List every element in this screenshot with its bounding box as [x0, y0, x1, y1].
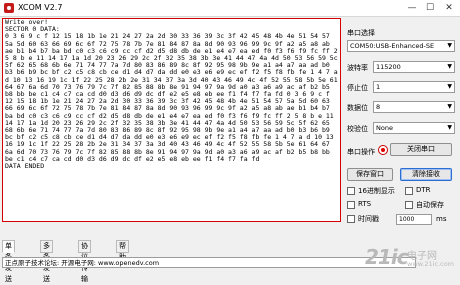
receive-line: be c1 c4 c7 ca cd d0 d3 d6 d9 dc df e2 e…: [5, 154, 260, 163]
port-op-label: 串口操作: [347, 148, 375, 156]
watermark-logo: 21ic 电子网 www.21ic.com: [365, 245, 457, 277]
timestamp-label: 时间戳: [358, 215, 379, 223]
parity-value: None: [376, 124, 393, 132]
close-button[interactable]: ✕: [441, 2, 457, 14]
close-port-button[interactable]: 关闭串口: [390, 143, 452, 156]
auto-save-label: 自动保存: [416, 201, 444, 209]
watermark-url: www.21ic.com: [407, 260, 455, 268]
receive-line: DATA ENDED: [5, 162, 45, 171]
timestamp-checkbox[interactable]: [347, 215, 355, 223]
stop-bits-label: 停止位: [347, 84, 368, 92]
maximize-button[interactable]: ☐: [422, 2, 438, 14]
app-logo-icon: [4, 3, 14, 13]
port-value: COM50:USB-Enhanced-SE: [350, 42, 435, 50]
tab-protocol[interactable]: 协议传输: [78, 240, 91, 283]
receive-textarea[interactable]: Write over! SECTOR 0 DATA: 0 3 6 9 c f 12 …: [2, 18, 341, 222]
tab-multi-send[interactable]: 多条发送: [40, 240, 53, 283]
hex-display-label: 16进制显示: [358, 187, 395, 195]
dtr-label: DTR: [416, 186, 431, 194]
hex-display-checkbox[interactable]: [347, 187, 355, 195]
chevron-down-icon: ▼: [447, 124, 452, 131]
parity-label: 校验位: [347, 125, 368, 133]
parity-select[interactable]: None ▼: [373, 122, 455, 134]
stop-bits-select[interactable]: 1 ▼: [373, 81, 455, 93]
minimize-button[interactable]: —: [404, 2, 420, 14]
port-select[interactable]: COM50:USB-Enhanced-SE ▼: [347, 40, 455, 52]
chevron-down-icon: ▼: [447, 83, 452, 90]
title-bar: XCOM V2.7 — ☐ ✕: [0, 0, 460, 17]
auto-save-checkbox[interactable]: [405, 201, 413, 209]
chevron-down-icon: ▼: [447, 63, 452, 70]
timestamp-interval-input[interactable]: 1000: [396, 214, 432, 225]
baud-value: 115200: [376, 63, 401, 71]
clear-receive-button[interactable]: 清除接收: [400, 168, 452, 181]
port-status-indicator-icon: [378, 145, 388, 155]
data-bits-value: 8: [376, 103, 381, 111]
watermark-big: 21ic: [365, 245, 409, 269]
save-window-button[interactable]: 保存窗口: [347, 168, 393, 181]
dtr-checkbox[interactable]: [405, 187, 413, 195]
tab-single-send[interactable]: 单条发送: [2, 240, 15, 283]
rts-label: RTS: [358, 200, 372, 208]
chevron-down-icon: ▼: [447, 42, 452, 49]
baud-label: 波特率: [347, 64, 368, 72]
timestamp-unit: ms: [436, 215, 447, 223]
window-title: XCOM V2.7: [18, 3, 63, 12]
chevron-down-icon: ▼: [447, 103, 452, 110]
rts-checkbox[interactable]: [347, 201, 355, 209]
send-input[interactable]: 正点原子技术论坛: 开源电子网: www.openedv.com: [2, 257, 416, 268]
data-bits-label: 数据位: [347, 104, 368, 112]
data-bits-select[interactable]: 8 ▼: [373, 101, 455, 113]
stop-bits-value: 1: [376, 83, 381, 91]
tab-help[interactable]: 帮助: [116, 240, 129, 261]
baud-select[interactable]: 115200 ▼: [373, 61, 455, 73]
port-label: 串口选择: [347, 29, 375, 37]
